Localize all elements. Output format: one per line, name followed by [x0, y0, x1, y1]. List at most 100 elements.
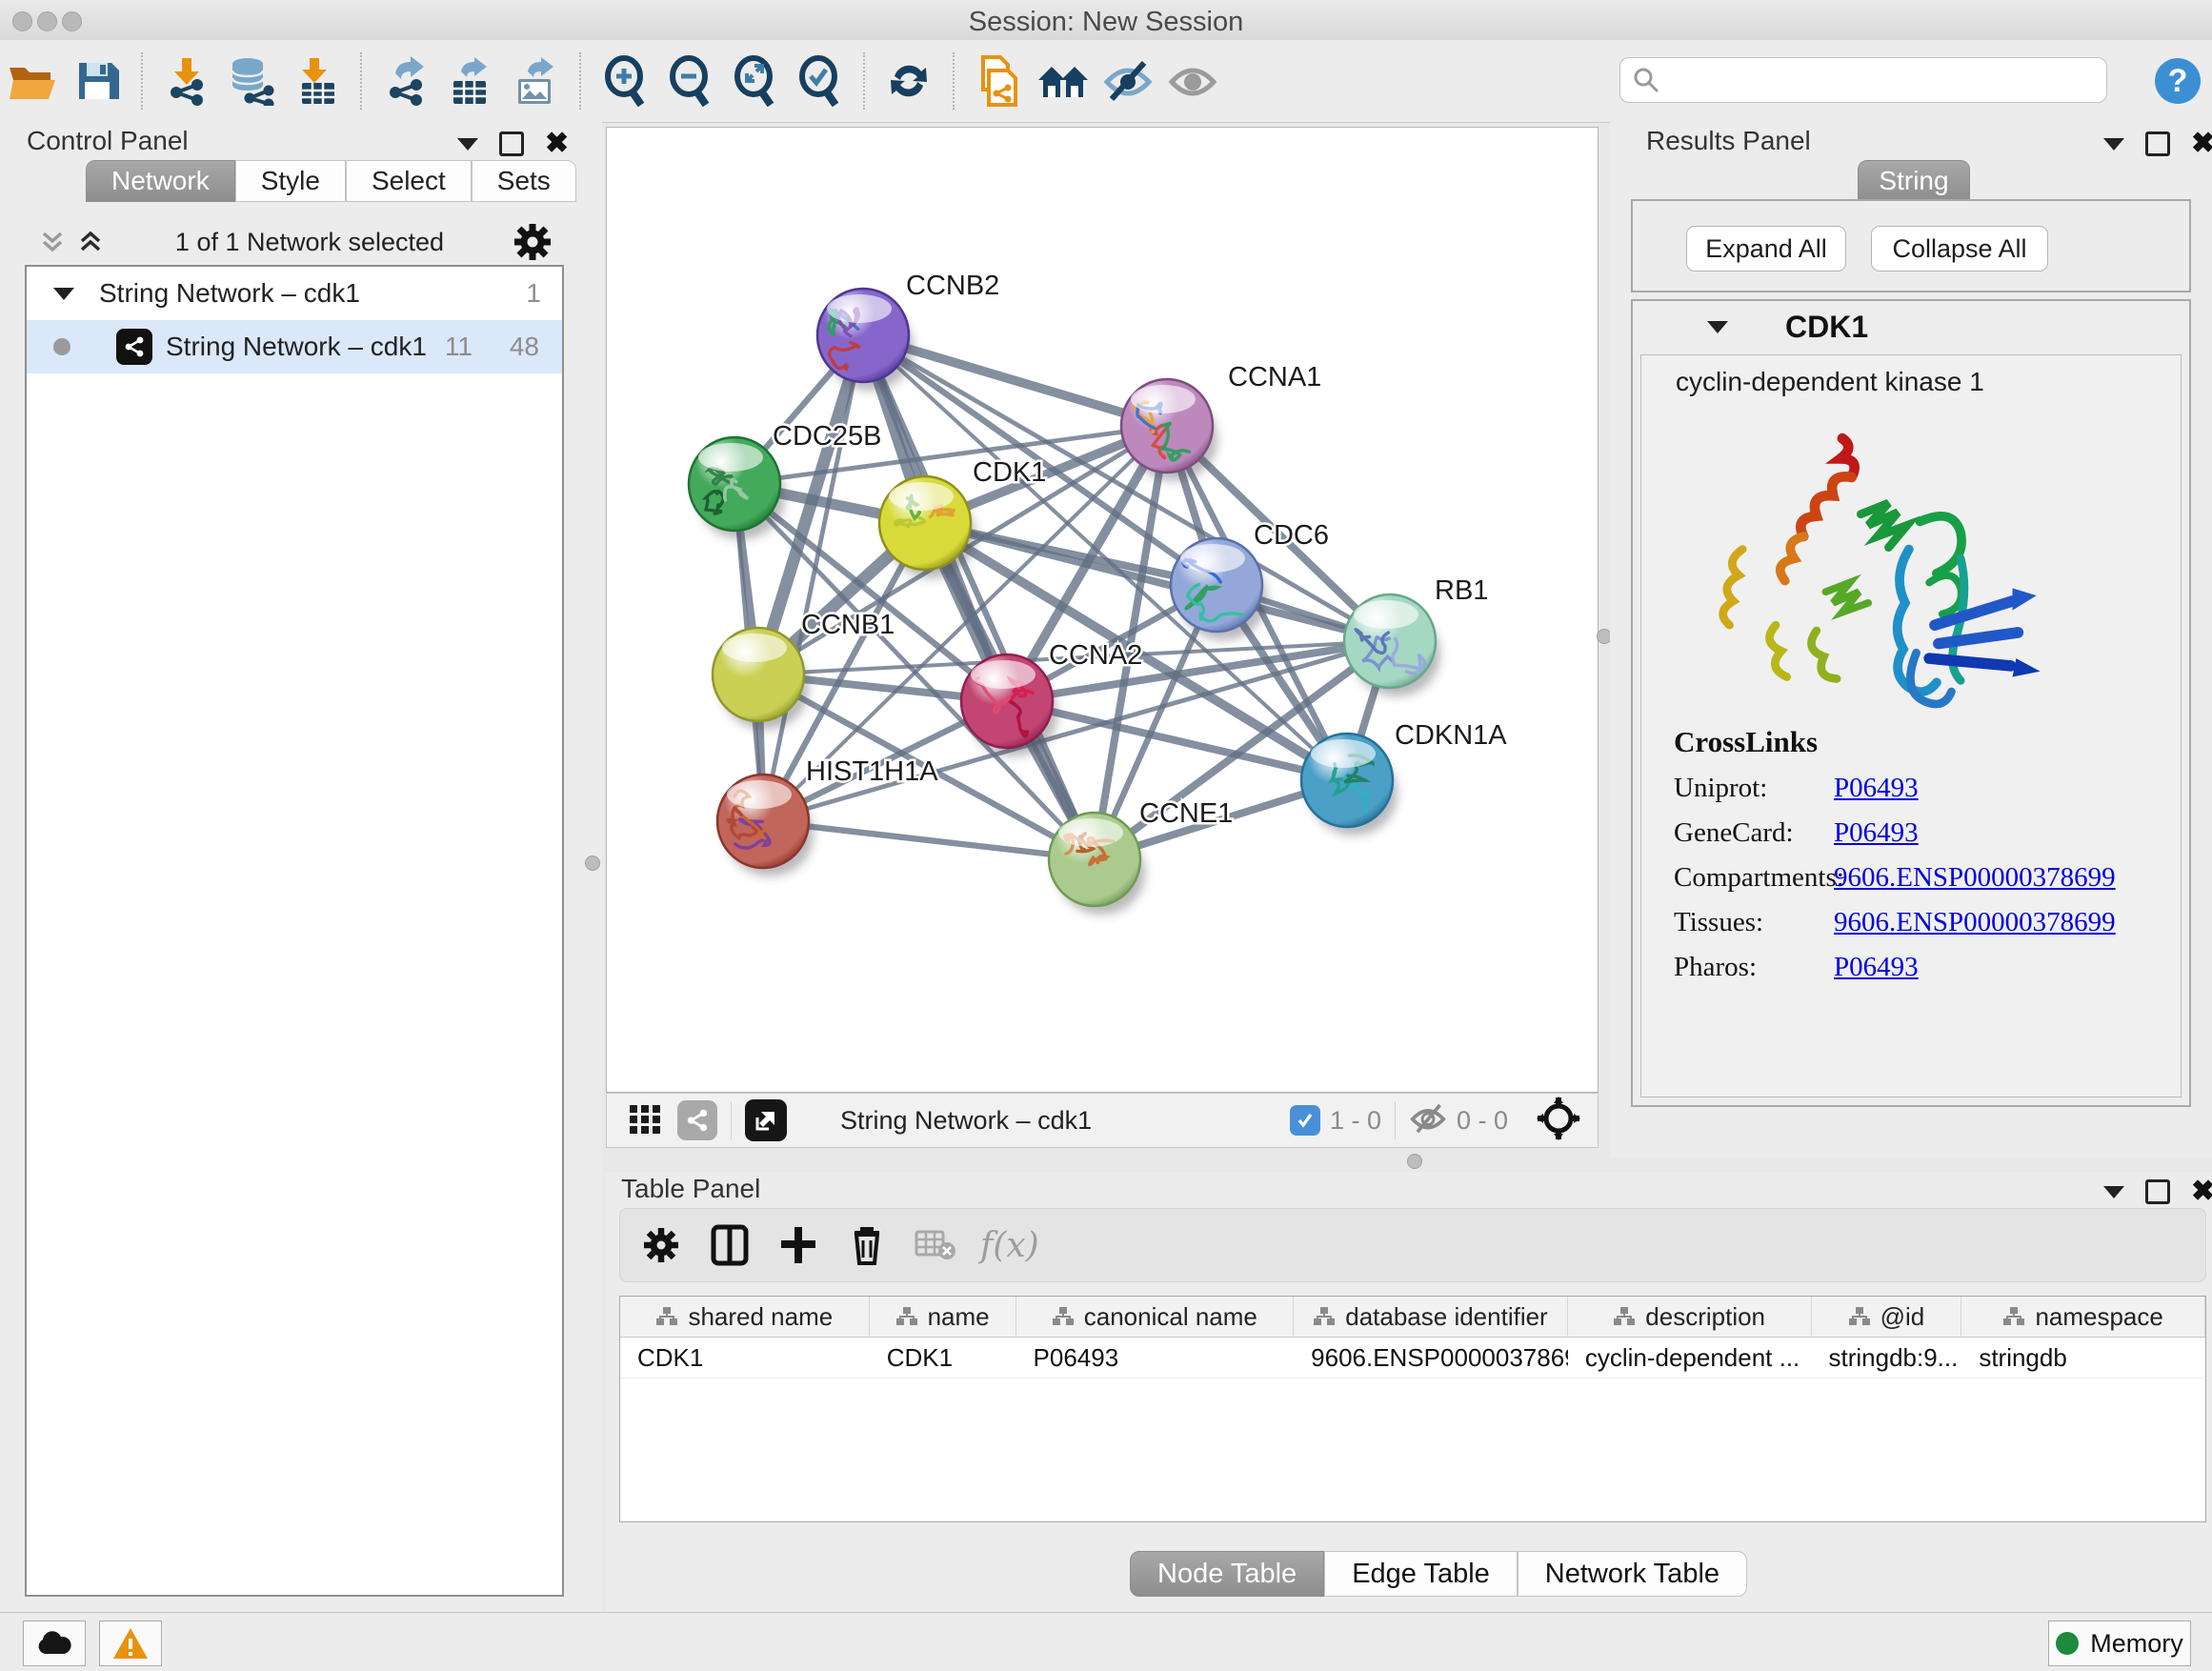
table-cell[interactable]: stringdb:9... — [1812, 1338, 1962, 1378]
selected-counts: 1 - 0 — [1330, 1106, 1381, 1136]
results-panel-float-icon[interactable] — [2103, 138, 2124, 151]
show-all-eye-icon[interactable] — [1166, 54, 1219, 108]
save-session-icon[interactable] — [70, 54, 124, 108]
string-home-icon[interactable] — [1036, 54, 1090, 108]
table-cell[interactable]: 9606.ENSP00000378699 — [1294, 1338, 1568, 1378]
crosslink-link[interactable]: 9606.ENSP00000378699 — [1834, 862, 2116, 894]
selected-checkbox-icon[interactable] — [1290, 1105, 1320, 1136]
zoom-out-icon[interactable] — [663, 54, 716, 108]
results-panel: Results Panel ✖ String Expand All Collap… — [1610, 122, 2212, 1158]
crosslink-link[interactable]: P06493 — [1834, 817, 1919, 849]
import-network-database-icon[interactable] — [225, 54, 278, 108]
hide-selected-eye-icon[interactable] — [1101, 54, 1155, 108]
network-node-CCNA1[interactable]: CCNA1 — [1121, 362, 1321, 481]
memory-button[interactable]: Memory — [2048, 1621, 2191, 1666]
node-table-header: shared namenamecanonical namedatabase id… — [620, 1297, 2205, 1338]
collection-disclosure-icon[interactable] — [53, 288, 74, 300]
cloud-icon — [35, 1629, 73, 1658]
crosslink-row: Pharos:P06493 — [1674, 952, 2116, 983]
column-header-namespace[interactable]: namespace — [1961, 1297, 2205, 1337]
gene-disclosure-icon[interactable] — [1707, 321, 1728, 333]
network-node-RB1[interactable]: RB1 — [1344, 575, 1488, 696]
string-share-icon[interactable] — [677, 1100, 717, 1140]
column-header-shared-name[interactable]: shared name — [620, 1297, 870, 1337]
tab-network[interactable]: Network — [86, 160, 235, 202]
column-header-description[interactable]: description — [1568, 1297, 1812, 1337]
refresh-icon[interactable] — [882, 54, 935, 108]
tab-node-table[interactable]: Node Table — [1130, 1551, 1324, 1597]
crosslink-link[interactable]: P06493 — [1834, 952, 1919, 983]
tab-string[interactable]: String — [1858, 160, 1970, 202]
tab-network-table[interactable]: Network Table — [1518, 1551, 1747, 1597]
open-in-browser-icon[interactable] — [745, 1099, 787, 1141]
column-header-canonical-name[interactable]: canonical name — [1016, 1297, 1295, 1337]
add-column-icon[interactable] — [771, 1218, 826, 1273]
results-panel-maximize-icon[interactable] — [2145, 131, 2170, 156]
hidden-eye-slash-icon[interactable] — [1409, 1102, 1447, 1139]
crosslink-link[interactable]: 9606.ENSP00000378699 — [1834, 907, 2116, 938]
warnings-button[interactable] — [99, 1621, 162, 1666]
node-table[interactable]: shared namenamecanonical namedatabase id… — [619, 1296, 2206, 1522]
column-header-name[interactable]: name — [870, 1297, 1016, 1337]
control-panel-float-icon[interactable] — [457, 138, 478, 151]
table-cell[interactable]: CDK1 — [870, 1338, 1016, 1378]
horizontal-splitter-handle[interactable] — [1407, 1154, 1422, 1169]
node-label-CDK1: CDK1 — [973, 457, 1046, 488]
hidden-counts: 0 - 0 — [1457, 1106, 1508, 1136]
export-network-icon[interactable] — [379, 54, 432, 108]
cloud-status-button[interactable] — [23, 1621, 86, 1666]
table-cell[interactable]: P06493 — [1016, 1338, 1295, 1378]
table-row[interactable]: CDK1CDK1P064939606.ENSP00000378699cyclin… — [620, 1338, 2205, 1379]
clone-network-icon[interactable] — [972, 54, 1025, 108]
import-table-file-icon[interactable] — [290, 54, 343, 108]
network-options-gear-icon[interactable] — [513, 222, 553, 262]
network-collection-row[interactable]: String Network – cdk1 1 — [27, 267, 562, 320]
table-panel-float-icon[interactable] — [2103, 1186, 2124, 1198]
control-panel-close-icon[interactable]: ✖ — [545, 134, 569, 153]
node-label-CDC25B: CDC25B — [773, 421, 881, 452]
export-image-icon[interactable] — [509, 54, 562, 108]
zoom-in-icon[interactable] — [598, 54, 652, 108]
tab-style[interactable]: Style — [235, 160, 346, 202]
expand-all-button[interactable]: Expand All — [1686, 226, 1846, 272]
network-node-HIST1H1A[interactable]: HIST1H1A — [717, 756, 938, 876]
collapse-all-button[interactable]: Collapse All — [1871, 226, 2048, 272]
export-table-icon[interactable] — [444, 54, 497, 108]
open-session-icon[interactable] — [6, 54, 59, 108]
table-panel-close-icon[interactable]: ✖ — [2191, 1182, 2212, 1201]
tab-sets[interactable]: Sets — [472, 160, 576, 202]
crosslink-link[interactable]: P06493 — [1834, 773, 1919, 804]
control-panel-maximize-icon[interactable] — [499, 131, 524, 156]
window-title: Session: New Session — [0, 7, 2212, 38]
column-header-@id[interactable]: @id — [1812, 1297, 1962, 1337]
center-view-crosshair-icon[interactable] — [1537, 1097, 1580, 1145]
network-node-CCNE1[interactable]: CCNE1 — [1049, 798, 1233, 915]
tab-select[interactable]: Select — [346, 160, 472, 202]
control-panel-title: Control Panel — [27, 126, 189, 156]
help-icon[interactable]: ? — [2151, 54, 2204, 108]
table-cell[interactable]: stringdb — [1961, 1338, 2205, 1378]
tab-edge-table[interactable]: Edge Table — [1324, 1551, 1518, 1597]
results-panel-close-icon[interactable]: ✖ — [2191, 134, 2212, 153]
collapse-all-icon[interactable] — [36, 228, 69, 256]
show-columns-icon[interactable] — [702, 1218, 757, 1273]
expand-all-icon[interactable] — [74, 228, 107, 256]
table-panel-maximize-icon[interactable] — [2145, 1179, 2170, 1204]
delete-column-icon[interactable] — [839, 1218, 895, 1273]
import-network-file-icon[interactable] — [160, 54, 213, 108]
table-cell[interactable]: CDK1 — [620, 1338, 870, 1378]
network-view-canvas[interactable]: CCNB2CCNA1CDC25BCDK1CDC6RB1CCNB1CCNA2CDK… — [606, 127, 1599, 1093]
network-row[interactable]: String Network – cdk1 11 48 — [27, 320, 562, 373]
zoom-fit-icon[interactable] — [728, 54, 781, 108]
gene-header-row[interactable]: CDK1 — [1633, 301, 2189, 352]
vertical-splitter-handle[interactable] — [585, 856, 600, 871]
gene-name: CDK1 — [1785, 310, 1868, 345]
zoom-selected-icon[interactable] — [793, 54, 846, 108]
column-header-database-identifier[interactable]: database identifier — [1294, 1297, 1568, 1337]
table-settings-gear-icon[interactable] — [633, 1218, 689, 1273]
search-icon — [1632, 66, 1660, 94]
table-cell[interactable]: cyclin-dependent ... — [1568, 1338, 1812, 1378]
search-input[interactable] — [1660, 65, 2074, 96]
birdseye-grid-icon[interactable] — [628, 1101, 662, 1140]
network-node-CDKN1A[interactable]: CDKN1A — [1301, 720, 1507, 836]
